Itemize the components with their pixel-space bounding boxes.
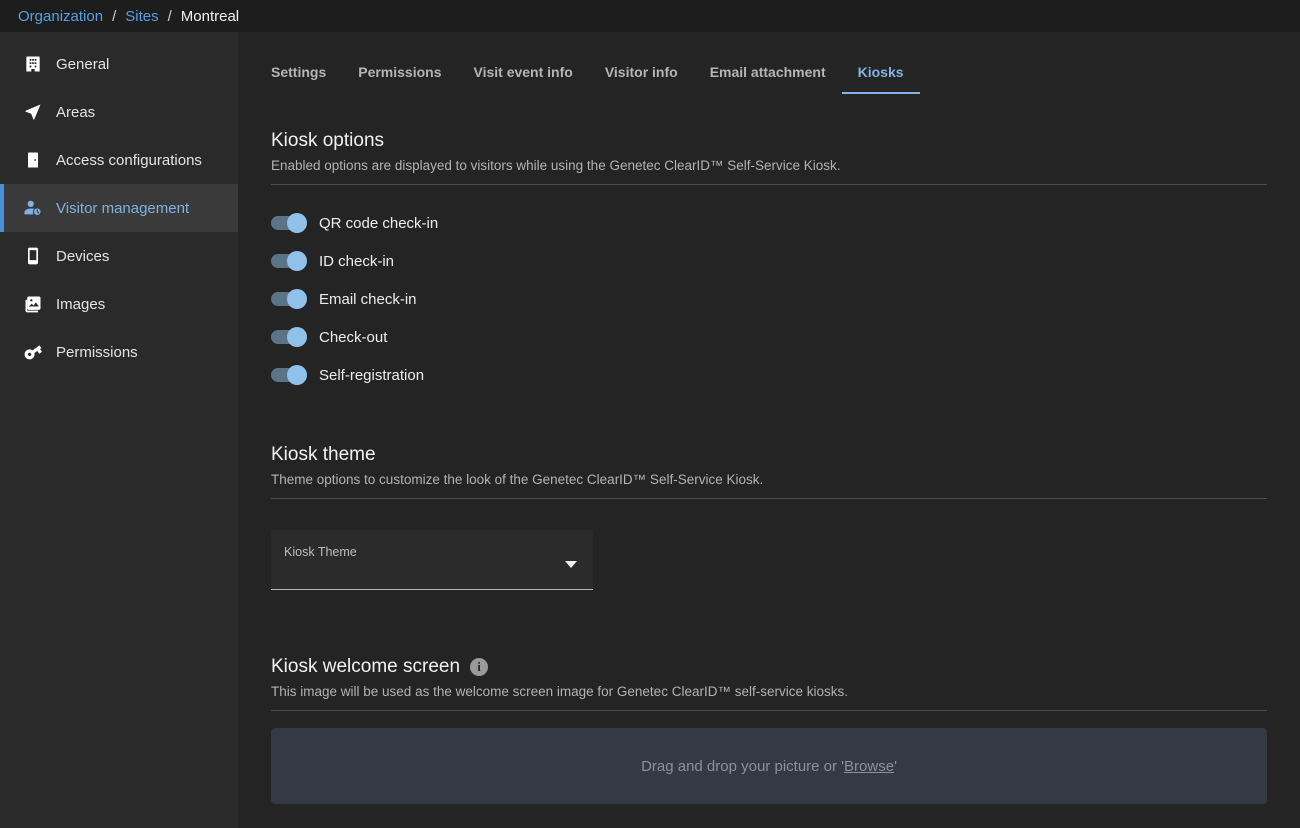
toggle-label: Email check-in xyxy=(319,291,417,308)
kiosk-welcome-title: Kiosk welcome screen xyxy=(271,656,460,678)
smartphone-icon xyxy=(22,245,44,267)
kiosk-theme-title: Kiosk theme xyxy=(271,444,1267,466)
browse-link[interactable]: Browse xyxy=(844,758,894,775)
toggle-label: QR code check-in xyxy=(319,215,438,232)
sidebar-item-label: Access configurations xyxy=(56,152,202,169)
breadcrumb-separator: / xyxy=(112,8,116,25)
sidebar-item-general[interactable]: General xyxy=(0,40,238,88)
topbar: Organization / Sites / Montreal xyxy=(0,0,1300,32)
dropzone-text: ' xyxy=(894,758,897,775)
toggle-check-out[interactable]: Check-out xyxy=(271,325,1267,349)
tab-visit-event-info[interactable]: Visit event info xyxy=(458,60,589,94)
main-content: Settings Permissions Visit event info Vi… xyxy=(238,32,1300,828)
kiosk-options-title: Kiosk options xyxy=(271,130,1267,152)
sidebar-item-label: Permissions xyxy=(56,344,138,361)
kiosk-theme-select-label: Kiosk Theme xyxy=(284,545,357,559)
toggle-label: Self-registration xyxy=(319,367,424,384)
sidebar-item-images[interactable]: Images xyxy=(0,280,238,328)
toggle-label: Check-out xyxy=(319,329,387,346)
tab-bar: Settings Permissions Visit event info Vi… xyxy=(255,60,1267,94)
navigation-icon xyxy=(22,101,44,123)
kiosk-welcome-subtitle: This image will be used as the welcome s… xyxy=(271,684,1267,711)
toggle-switch-on[interactable] xyxy=(271,363,307,387)
toggle-switch-on[interactable] xyxy=(271,325,307,349)
toggle-switch-on[interactable] xyxy=(271,211,307,235)
toggle-qr-code-check-in[interactable]: QR code check-in xyxy=(271,211,1267,235)
sidebar: General Areas Access configurations Visi… xyxy=(0,32,238,828)
kiosk-welcome-title-row: Kiosk welcome screen i xyxy=(271,656,1267,678)
kiosk-options-subtitle: Enabled options are displayed to visitor… xyxy=(271,158,1267,185)
sidebar-item-label: Images xyxy=(56,296,105,313)
tab-visitor-info[interactable]: Visitor info xyxy=(589,60,694,94)
door-icon xyxy=(22,149,44,171)
sidebar-item-label: Visitor management xyxy=(56,200,189,217)
sidebar-item-label: Devices xyxy=(56,248,109,265)
sidebar-item-permissions[interactable]: Permissions xyxy=(0,328,238,376)
welcome-image-dropzone[interactable]: Drag and drop your picture or 'Browse' xyxy=(271,728,1267,804)
breadcrumb-organization[interactable]: Organization xyxy=(18,8,103,25)
tab-settings[interactable]: Settings xyxy=(255,60,342,94)
sidebar-item-label: Areas xyxy=(56,104,95,121)
info-icon[interactable]: i xyxy=(470,658,488,676)
key-icon xyxy=(22,341,44,363)
breadcrumb-sites[interactable]: Sites xyxy=(125,8,158,25)
visitor-clock-icon xyxy=(22,197,44,219)
breadcrumb-separator: / xyxy=(168,8,172,25)
tab-permissions[interactable]: Permissions xyxy=(342,60,457,94)
toggle-id-check-in[interactable]: ID check-in xyxy=(271,249,1267,273)
kiosk-theme-subtitle: Theme options to customize the look of t… xyxy=(271,472,1267,499)
toggle-switch-on[interactable] xyxy=(271,287,307,311)
kiosk-options-toggle-list: QR code check-in ID check-in Email check… xyxy=(271,211,1267,387)
toggle-switch-on[interactable] xyxy=(271,249,307,273)
photo-icon xyxy=(22,293,44,315)
chevron-down-icon xyxy=(565,561,577,568)
sidebar-item-areas[interactable]: Areas xyxy=(0,88,238,136)
kiosk-theme-select[interactable]: Kiosk Theme xyxy=(271,530,593,590)
building-icon xyxy=(22,53,44,75)
tab-kiosks[interactable]: Kiosks xyxy=(842,60,920,94)
sidebar-item-devices[interactable]: Devices xyxy=(0,232,238,280)
toggle-email-check-in[interactable]: Email check-in xyxy=(271,287,1267,311)
sidebar-item-visitor-management[interactable]: Visitor management xyxy=(0,184,238,232)
toggle-label: ID check-in xyxy=(319,253,394,270)
dropzone-text: Drag and drop your picture or ' xyxy=(641,758,844,775)
sidebar-item-label: General xyxy=(56,56,109,73)
sidebar-item-access-configurations[interactable]: Access configurations xyxy=(0,136,238,184)
tab-email-attachment[interactable]: Email attachment xyxy=(694,60,842,94)
toggle-self-registration[interactable]: Self-registration xyxy=(271,363,1267,387)
breadcrumb-current-montreal: Montreal xyxy=(181,8,239,25)
